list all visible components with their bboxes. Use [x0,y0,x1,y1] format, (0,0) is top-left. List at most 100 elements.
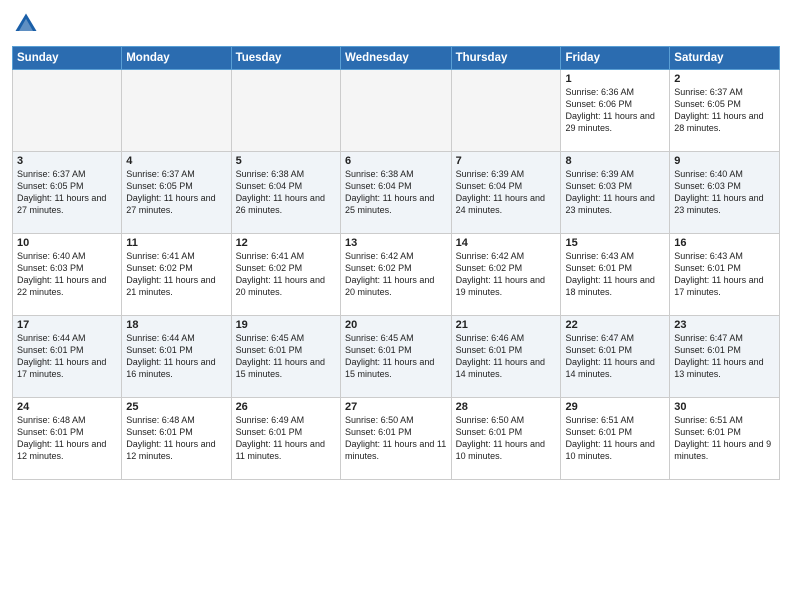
day-info: Sunrise: 6:49 AM Sunset: 6:01 PM Dayligh… [236,414,336,463]
day-info: Sunrise: 6:44 AM Sunset: 6:01 PM Dayligh… [17,332,117,381]
calendar-day-cell: 14Sunrise: 6:42 AM Sunset: 6:02 PM Dayli… [451,234,561,316]
day-number: 9 [674,155,775,167]
day-info: Sunrise: 6:37 AM Sunset: 6:05 PM Dayligh… [17,168,117,217]
day-number: 15 [565,237,665,249]
day-info: Sunrise: 6:37 AM Sunset: 6:05 PM Dayligh… [126,168,226,217]
calendar-day-cell: 11Sunrise: 6:41 AM Sunset: 6:02 PM Dayli… [122,234,231,316]
calendar-day-cell: 24Sunrise: 6:48 AM Sunset: 6:01 PM Dayli… [13,398,122,480]
calendar-day-cell: 12Sunrise: 6:41 AM Sunset: 6:02 PM Dayli… [231,234,340,316]
day-info: Sunrise: 6:50 AM Sunset: 6:01 PM Dayligh… [345,414,447,463]
calendar-header-friday: Friday [561,47,670,70]
calendar-header-saturday: Saturday [670,47,780,70]
calendar-day-cell: 13Sunrise: 6:42 AM Sunset: 6:02 PM Dayli… [341,234,452,316]
day-number: 28 [456,401,557,413]
calendar-day-cell: 23Sunrise: 6:47 AM Sunset: 6:01 PM Dayli… [670,316,780,398]
calendar-day-cell: 27Sunrise: 6:50 AM Sunset: 6:01 PM Dayli… [341,398,452,480]
calendar-day-cell: 19Sunrise: 6:45 AM Sunset: 6:01 PM Dayli… [231,316,340,398]
day-number: 3 [17,155,117,167]
day-number: 21 [456,319,557,331]
calendar-header-monday: Monday [122,47,231,70]
day-number: 25 [126,401,226,413]
day-info: Sunrise: 6:41 AM Sunset: 6:02 PM Dayligh… [126,250,226,299]
calendar-day-cell: 21Sunrise: 6:46 AM Sunset: 6:01 PM Dayli… [451,316,561,398]
day-info: Sunrise: 6:43 AM Sunset: 6:01 PM Dayligh… [674,250,775,299]
day-info: Sunrise: 6:48 AM Sunset: 6:01 PM Dayligh… [126,414,226,463]
page-container: SundayMondayTuesdayWednesdayThursdayFrid… [0,0,792,486]
calendar-week-row: 3Sunrise: 6:37 AM Sunset: 6:05 PM Daylig… [13,152,780,234]
day-number: 10 [17,237,117,249]
day-number: 22 [565,319,665,331]
day-info: Sunrise: 6:48 AM Sunset: 6:01 PM Dayligh… [17,414,117,463]
day-number: 24 [17,401,117,413]
calendar-day-cell: 3Sunrise: 6:37 AM Sunset: 6:05 PM Daylig… [13,152,122,234]
day-number: 14 [456,237,557,249]
calendar-day-cell: 9Sunrise: 6:40 AM Sunset: 6:03 PM Daylig… [670,152,780,234]
day-info: Sunrise: 6:44 AM Sunset: 6:01 PM Dayligh… [126,332,226,381]
calendar-week-row: 1Sunrise: 6:36 AM Sunset: 6:06 PM Daylig… [13,70,780,152]
calendar-day-cell: 2Sunrise: 6:37 AM Sunset: 6:05 PM Daylig… [670,70,780,152]
day-number: 23 [674,319,775,331]
calendar-header-row: SundayMondayTuesdayWednesdayThursdayFrid… [13,47,780,70]
calendar-day-cell: 28Sunrise: 6:50 AM Sunset: 6:01 PM Dayli… [451,398,561,480]
day-info: Sunrise: 6:45 AM Sunset: 6:01 PM Dayligh… [236,332,336,381]
day-info: Sunrise: 6:39 AM Sunset: 6:04 PM Dayligh… [456,168,557,217]
logo-icon [12,10,40,38]
calendar-day-cell: 30Sunrise: 6:51 AM Sunset: 6:01 PM Dayli… [670,398,780,480]
calendar-day-cell: 17Sunrise: 6:44 AM Sunset: 6:01 PM Dayli… [13,316,122,398]
day-info: Sunrise: 6:47 AM Sunset: 6:01 PM Dayligh… [565,332,665,381]
day-number: 7 [456,155,557,167]
day-number: 4 [126,155,226,167]
calendar-day-cell: 16Sunrise: 6:43 AM Sunset: 6:01 PM Dayli… [670,234,780,316]
calendar-day-cell: 6Sunrise: 6:38 AM Sunset: 6:04 PM Daylig… [341,152,452,234]
calendar-day-cell [451,70,561,152]
day-number: 17 [17,319,117,331]
day-info: Sunrise: 6:45 AM Sunset: 6:01 PM Dayligh… [345,332,447,381]
day-number: 5 [236,155,336,167]
day-number: 16 [674,237,775,249]
calendar-day-cell: 20Sunrise: 6:45 AM Sunset: 6:01 PM Dayli… [341,316,452,398]
day-info: Sunrise: 6:51 AM Sunset: 6:01 PM Dayligh… [674,414,775,463]
calendar-day-cell: 18Sunrise: 6:44 AM Sunset: 6:01 PM Dayli… [122,316,231,398]
day-number: 11 [126,237,226,249]
day-info: Sunrise: 6:38 AM Sunset: 6:04 PM Dayligh… [236,168,336,217]
calendar-day-cell [122,70,231,152]
day-number: 19 [236,319,336,331]
calendar-header-tuesday: Tuesday [231,47,340,70]
calendar-day-cell: 29Sunrise: 6:51 AM Sunset: 6:01 PM Dayli… [561,398,670,480]
calendar-day-cell: 7Sunrise: 6:39 AM Sunset: 6:04 PM Daylig… [451,152,561,234]
calendar-week-row: 17Sunrise: 6:44 AM Sunset: 6:01 PM Dayli… [13,316,780,398]
day-number: 18 [126,319,226,331]
day-number: 29 [565,401,665,413]
day-info: Sunrise: 6:40 AM Sunset: 6:03 PM Dayligh… [17,250,117,299]
calendar-week-row: 24Sunrise: 6:48 AM Sunset: 6:01 PM Dayli… [13,398,780,480]
calendar-header-wednesday: Wednesday [341,47,452,70]
calendar-header-sunday: Sunday [13,47,122,70]
calendar-day-cell: 8Sunrise: 6:39 AM Sunset: 6:03 PM Daylig… [561,152,670,234]
day-info: Sunrise: 6:41 AM Sunset: 6:02 PM Dayligh… [236,250,336,299]
calendar-week-row: 10Sunrise: 6:40 AM Sunset: 6:03 PM Dayli… [13,234,780,316]
calendar-day-cell: 4Sunrise: 6:37 AM Sunset: 6:05 PM Daylig… [122,152,231,234]
day-info: Sunrise: 6:42 AM Sunset: 6:02 PM Dayligh… [456,250,557,299]
day-info: Sunrise: 6:50 AM Sunset: 6:01 PM Dayligh… [456,414,557,463]
day-info: Sunrise: 6:36 AM Sunset: 6:06 PM Dayligh… [565,86,665,135]
day-info: Sunrise: 6:38 AM Sunset: 6:04 PM Dayligh… [345,168,447,217]
day-info: Sunrise: 6:42 AM Sunset: 6:02 PM Dayligh… [345,250,447,299]
calendar-day-cell [341,70,452,152]
day-number: 30 [674,401,775,413]
day-number: 12 [236,237,336,249]
calendar-day-cell: 10Sunrise: 6:40 AM Sunset: 6:03 PM Dayli… [13,234,122,316]
day-number: 27 [345,401,447,413]
day-info: Sunrise: 6:40 AM Sunset: 6:03 PM Dayligh… [674,168,775,217]
calendar-day-cell: 1Sunrise: 6:36 AM Sunset: 6:06 PM Daylig… [561,70,670,152]
day-number: 1 [565,73,665,85]
day-info: Sunrise: 6:51 AM Sunset: 6:01 PM Dayligh… [565,414,665,463]
day-number: 26 [236,401,336,413]
calendar-day-cell [13,70,122,152]
day-number: 20 [345,319,447,331]
calendar-day-cell: 22Sunrise: 6:47 AM Sunset: 6:01 PM Dayli… [561,316,670,398]
calendar-table: SundayMondayTuesdayWednesdayThursdayFrid… [12,46,780,480]
day-number: 8 [565,155,665,167]
calendar-day-cell [231,70,340,152]
calendar-day-cell: 26Sunrise: 6:49 AM Sunset: 6:01 PM Dayli… [231,398,340,480]
day-info: Sunrise: 6:47 AM Sunset: 6:01 PM Dayligh… [674,332,775,381]
